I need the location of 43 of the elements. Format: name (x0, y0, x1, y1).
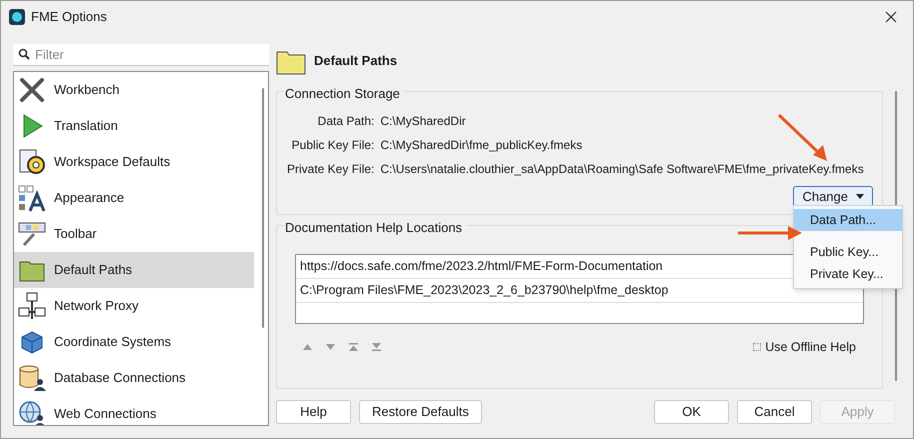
category-item[interactable]: Coordinate Systems (14, 324, 254, 360)
app-logo-icon (9, 9, 25, 25)
move-top-icon[interactable] (349, 342, 358, 351)
search-icon (18, 48, 30, 60)
dialog-button[interactable]: OK (654, 400, 729, 424)
category-item[interactable]: Default Paths (14, 252, 254, 288)
dialog-button[interactable]: Help (276, 400, 351, 424)
move-up-icon[interactable] (303, 344, 312, 350)
network-icon (18, 292, 46, 320)
gear-icon (18, 148, 46, 176)
menu-item[interactable]: Data Path... (794, 209, 902, 231)
category-item[interactable]: Workbench (14, 72, 254, 108)
dialog-button[interactable]: Restore Defaults (359, 400, 482, 424)
field-label: Private Key File: (287, 160, 374, 178)
change-button[interactable]: Change (793, 186, 873, 208)
scrollbar-thumb[interactable] (262, 88, 264, 328)
category-item[interactable]: Web Connections (14, 396, 254, 425)
arrow-icon (736, 225, 804, 241)
window-title: FME Options (31, 8, 107, 26)
filter-field[interactable]: Filter (13, 44, 269, 66)
category-item[interactable]: Translation (14, 108, 254, 144)
close-icon[interactable] (885, 11, 897, 23)
field-value: C:\Users\natalie.clouthier_sa\AppData\Roaming\Safe Software\FME\fme_privateKey.fmeks (380, 160, 864, 178)
move-bottom-icon[interactable] (372, 342, 381, 351)
offline-help-checkbox[interactable] (753, 342, 762, 351)
toolbar-icon (18, 220, 46, 248)
category-item[interactable]: Toolbar (14, 216, 254, 252)
category-item[interactable]: Appearance (14, 180, 254, 216)
field-value: C:\MySharedDir\fme_publicKey.fmeks (380, 136, 582, 154)
font-icon (18, 184, 46, 212)
database-icon (18, 364, 46, 392)
dialog-button[interactable]: Cancel (737, 400, 812, 424)
category-item[interactable]: Workspace Defaults (14, 144, 254, 180)
category-item[interactable]: Network Proxy (14, 288, 254, 324)
page-title: Default Paths (314, 52, 398, 70)
move-down-icon[interactable] (326, 344, 335, 350)
caret-icon (856, 194, 864, 199)
field-label: Data Path: (318, 112, 374, 130)
globe-icon (18, 400, 46, 425)
field-value: C:\MySharedDir (380, 112, 466, 130)
checkbox-label: Use Offline Help (765, 338, 856, 356)
category-item[interactable]: Database Connections (14, 360, 254, 396)
field-label: Public Key File: (292, 136, 374, 154)
